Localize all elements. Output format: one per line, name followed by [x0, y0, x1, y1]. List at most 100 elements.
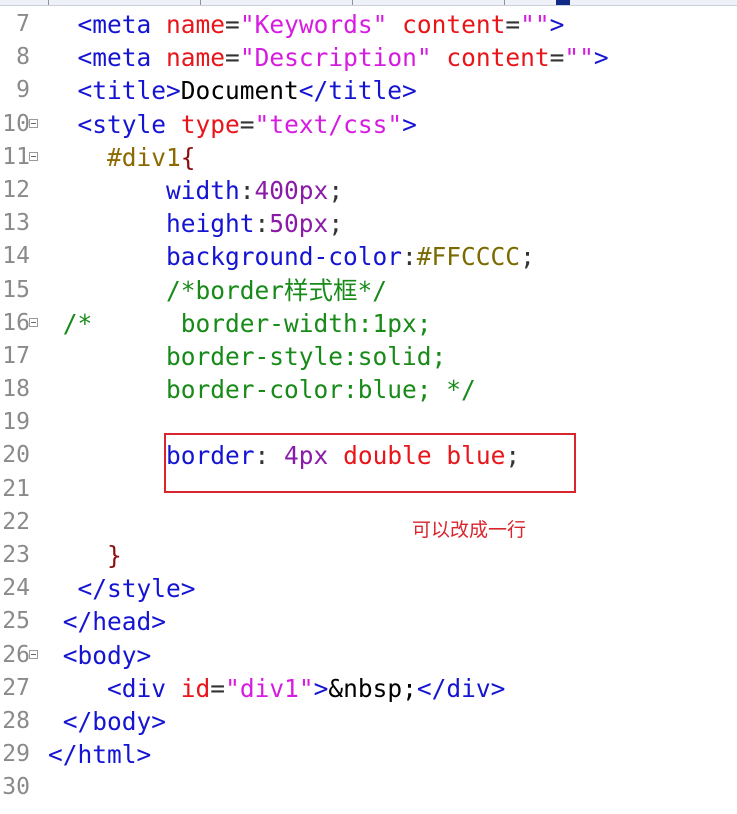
line-number: 7 — [16, 11, 30, 37]
code-token: > — [549, 10, 565, 39]
code-token: height — [166, 209, 255, 239]
code-text: <meta name="Keywords" content=""> — [48, 8, 565, 41]
code-token: 50px — [269, 209, 329, 239]
code-token: </head> — [62, 607, 167, 637]
code-token: = — [225, 10, 240, 39]
code-line[interactable]: 15 /*border样式框*/ — [0, 274, 737, 307]
annotation-note: 可以改成一行 — [412, 519, 527, 541]
code-line[interactable]: 22 — [0, 506, 737, 539]
code-line[interactable]: 29 </html> — [0, 738, 737, 771]
code-token: </html> — [48, 740, 152, 770]
code-token: "div1" — [225, 673, 314, 703]
code-token: { — [180, 142, 196, 172]
code-line[interactable]: 24 </style> — [0, 572, 737, 605]
code-line[interactable]: 17 border-style:solid; — [0, 340, 737, 373]
code-text: <div id="div1">&nbsp;</div> — [48, 672, 505, 705]
ruler-tick — [48, 0, 49, 5]
code-line[interactable]: 12 width:400px; — [0, 174, 737, 207]
fold-toggle-icon[interactable] — [29, 649, 38, 659]
line-number: 13 — [2, 210, 30, 237]
code-editor[interactable]: 7 <meta name="Keywords" content=""> 8 <me… — [0, 8, 737, 805]
code-token: name — [166, 10, 226, 39]
code-line[interactable]: 23 } — [0, 539, 737, 572]
code-token: = — [239, 109, 255, 139]
line-number: 22 — [2, 508, 30, 535]
code-token: <meta — [77, 10, 167, 39]
editor-ruler — [0, 0, 737, 6]
fold-toggle-icon[interactable] — [29, 118, 38, 128]
code-text: } — [48, 539, 122, 572]
code-token: "Keywords" — [239, 10, 388, 39]
code-token: > — [402, 109, 417, 139]
line-number: 18 — [2, 376, 30, 403]
code-token: </body> — [62, 706, 167, 736]
code-line[interactable]: 16 /* border-width:1px; — [0, 307, 737, 340]
code-line[interactable]: 30 — [0, 771, 737, 804]
code-token: > — [593, 43, 609, 73]
code-token: &nbsp; — [328, 673, 417, 703]
code-token: #div1 — [107, 142, 181, 172]
fold-toggle-icon[interactable] — [29, 317, 38, 327]
line-number: 20 — [2, 442, 30, 469]
code-token: <title> — [77, 76, 181, 106]
code-line[interactable]: 28 </body> — [0, 705, 737, 738]
code-line[interactable]: 13 height:50px; — [0, 207, 737, 240]
code-line[interactable]: 14 background-color:#FFCCCC; — [0, 240, 737, 273]
code-token: "" — [520, 10, 550, 39]
code-line[interactable]: 8 <meta name="Description" content=""> — [0, 41, 737, 74]
line-number: 21 — [2, 475, 30, 502]
code-token: </div> — [416, 673, 506, 703]
scroll-position-marker[interactable] — [556, 0, 570, 5]
code-token: Document — [180, 76, 299, 106]
fold-toggle-icon[interactable] — [29, 151, 38, 161]
code-line[interactable]: 10 <style type="text/css"> — [0, 108, 737, 141]
code-text: height:50px; — [48, 207, 343, 240]
code-line[interactable]: 9 <title>Document</title> — [0, 74, 737, 107]
code-line[interactable]: 25 </head> — [0, 605, 737, 638]
code-token: content — [402, 10, 506, 39]
code-token: width — [166, 175, 240, 205]
line-number: 8 — [16, 44, 30, 71]
code-text: width:400px; — [48, 174, 343, 207]
line-number: 14 — [2, 243, 30, 270]
line-number: 19 — [2, 409, 30, 436]
code-token: <style — [77, 109, 181, 139]
code-line[interactable]: 18 border-color:blue; */ — [0, 373, 737, 406]
code-line[interactable]: 7 <meta name="Keywords" content=""> — [0, 8, 737, 41]
code-line[interactable]: 26 <body> — [0, 639, 737, 672]
code-token: /*border样式框*/ — [166, 275, 388, 305]
code-text: </style> — [48, 572, 196, 605]
code-line[interactable]: 11 #div1{ — [0, 141, 737, 174]
code-token: border-style:solid; — [166, 341, 447, 371]
code-text: #div1{ — [48, 141, 196, 174]
code-token: ; — [520, 242, 535, 272]
line-number: 26 — [2, 641, 30, 668]
line-number: 28 — [2, 707, 30, 734]
code-token: } — [107, 541, 122, 570]
line-number: 23 — [2, 542, 30, 568]
code-token: <div — [107, 673, 181, 703]
code-token: 400px — [254, 175, 329, 205]
code-token: = — [210, 673, 226, 703]
code-token: ; — [328, 175, 344, 205]
line-number: 27 — [2, 674, 30, 701]
annotation-highlight-box — [164, 433, 576, 493]
code-line[interactable]: 27 <div id="div1">&nbsp;</div> — [0, 672, 737, 705]
line-number: 11 — [2, 143, 30, 170]
code-token: id — [180, 673, 211, 703]
code-token: /* border-width:1px; — [62, 308, 432, 338]
code-token: : — [239, 175, 255, 205]
code-text: /* border-width:1px; — [48, 307, 432, 340]
code-text: </body> — [48, 705, 166, 738]
